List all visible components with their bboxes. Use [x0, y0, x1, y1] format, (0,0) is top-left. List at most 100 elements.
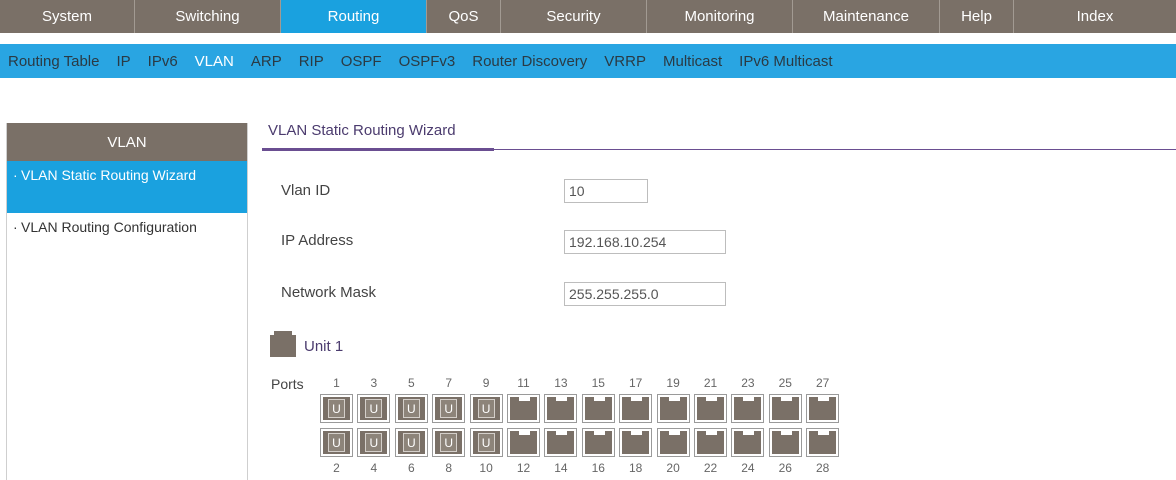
sub-tab-ospf[interactable]: OSPF — [341, 53, 382, 70]
top-tab-index[interactable]: Index — [1014, 0, 1176, 33]
port-latch — [593, 431, 605, 435]
sub-tab-rip[interactable]: RIP — [299, 53, 324, 70]
top-tab-help[interactable]: Help — [940, 0, 1014, 33]
port-3[interactable]: U — [357, 394, 391, 423]
sidebar-item-vlan-routing-configuration[interactable]: · VLAN Routing Configuration — [7, 213, 247, 242]
top-menu: System Switching Routing QoS Security Mo… — [0, 0, 1176, 33]
ethernet-port-icon — [771, 397, 799, 420]
port-16[interactable] — [581, 428, 615, 457]
port-tag-badge: U — [328, 433, 345, 452]
ethernet-port-icon: U — [397, 397, 425, 420]
page-title: VLAN Static Routing Wizard — [268, 122, 456, 139]
port-number-label: 21 — [703, 376, 718, 390]
port-latch — [706, 431, 717, 435]
port-26[interactable] — [768, 428, 802, 457]
vlan-id-field[interactable] — [564, 179, 648, 203]
ethernet-port-icon: U — [323, 397, 350, 420]
vlan-id-label: Vlan ID — [281, 182, 331, 199]
port-2[interactable]: U — [320, 428, 353, 457]
port-1[interactable]: U — [320, 394, 353, 423]
top-tab-monitoring[interactable]: Monitoring — [647, 0, 793, 33]
top-tab-switching[interactable]: Switching — [135, 0, 281, 33]
port-number-label: 28 — [816, 461, 830, 475]
top-tab-security[interactable]: Security — [501, 0, 647, 33]
sub-tab-arp[interactable]: ARP — [251, 53, 282, 70]
ethernet-port-icon: U — [435, 397, 463, 420]
port-latch — [818, 431, 830, 435]
ethernet-port-icon — [734, 431, 762, 454]
sidebar-item-vlan-static-routing-wizard[interactable]: · VLAN Static Routing Wizard — [7, 161, 247, 213]
sub-tab-ospfv3[interactable]: OSPFv3 — [399, 53, 456, 70]
bullet-icon: · — [13, 219, 18, 235]
ip-address-label: IP Address — [281, 232, 354, 249]
network-mask-field[interactable] — [564, 282, 726, 306]
top-tab-qos[interactable]: QoS — [427, 0, 501, 33]
port-22[interactable] — [694, 428, 727, 457]
port-23[interactable] — [731, 394, 765, 423]
ethernet-port-icon — [659, 397, 687, 420]
port-27[interactable] — [806, 394, 840, 423]
port-21[interactable] — [694, 394, 727, 423]
ethernet-port-icon — [622, 431, 650, 454]
top-tab-routing[interactable]: Routing — [281, 0, 427, 33]
port-latch — [519, 431, 530, 435]
port-28[interactable] — [806, 428, 840, 457]
port-latch — [780, 431, 792, 435]
port-14[interactable] — [544, 428, 578, 457]
ip-address-field[interactable] — [564, 230, 726, 254]
port-number-label: 5 — [407, 376, 415, 390]
port-number-label: 10 — [479, 461, 493, 475]
sidebar-item-label: VLAN Routing Configuration — [21, 219, 197, 235]
unit-label: Unit 1 — [304, 337, 344, 355]
port-number-label: 2 — [333, 461, 340, 475]
port-20[interactable] — [656, 428, 690, 457]
sub-tab-ip[interactable]: IP — [116, 53, 130, 70]
port-12[interactable] — [507, 428, 540, 457]
ethernet-port-icon — [809, 431, 837, 454]
ethernet-port-icon — [659, 431, 687, 454]
port-18[interactable] — [619, 428, 653, 457]
port-25[interactable] — [768, 394, 802, 423]
port-8[interactable]: U — [432, 428, 466, 457]
port-4[interactable]: U — [357, 428, 391, 457]
port-number-label: 25 — [778, 376, 792, 390]
sub-tab-vlan[interactable]: VLAN — [195, 53, 234, 70]
title-underline — [262, 148, 494, 151]
port-number-label: 17 — [629, 376, 643, 390]
port-7[interactable]: U — [432, 394, 466, 423]
port-17[interactable] — [619, 394, 653, 423]
sub-tab-vrrp[interactable]: VRRP — [604, 53, 646, 70]
port-10[interactable]: U — [469, 428, 503, 457]
port-tag-badge: U — [365, 399, 383, 418]
port-tag-badge: U — [477, 399, 495, 418]
port-latch — [743, 397, 755, 401]
port-latch — [668, 397, 680, 401]
port-15[interactable] — [581, 394, 615, 423]
sub-tab-ipv6[interactable]: IPv6 — [148, 53, 178, 70]
sub-tab-ipv6-multicast[interactable]: IPv6 Multicast — [739, 53, 832, 70]
sub-tab-multicast[interactable]: Multicast — [663, 53, 722, 70]
sub-tab-router-discovery[interactable]: Router Discovery — [472, 53, 587, 70]
ethernet-port-icon: U — [360, 397, 388, 420]
port-number-label: 9 — [482, 376, 490, 390]
sub-tab-routing-table[interactable]: Routing Table — [8, 53, 99, 70]
sub-menu: Routing Table IP IPv6 VLAN ARP RIP OSPF … — [0, 44, 1176, 78]
port-13[interactable] — [544, 394, 578, 423]
port-5[interactable]: U — [394, 394, 428, 423]
port-11[interactable] — [507, 394, 540, 423]
port-number-label: 12 — [516, 461, 531, 475]
top-tab-maintenance[interactable]: Maintenance — [793, 0, 940, 33]
port-latch — [780, 397, 792, 401]
port-latch — [668, 431, 680, 435]
port-number-label: 26 — [778, 461, 792, 475]
port-19[interactable] — [656, 394, 690, 423]
port-number-label: 13 — [554, 376, 568, 390]
port-number-label: 22 — [703, 461, 718, 475]
top-tab-system[interactable]: System — [0, 0, 135, 33]
port-number-label: 4 — [370, 461, 378, 475]
port-6[interactable]: U — [394, 428, 428, 457]
port-24[interactable] — [731, 428, 765, 457]
port-9[interactable]: U — [469, 394, 503, 423]
ethernet-port-icon — [622, 397, 650, 420]
ethernet-port-icon — [510, 431, 537, 454]
